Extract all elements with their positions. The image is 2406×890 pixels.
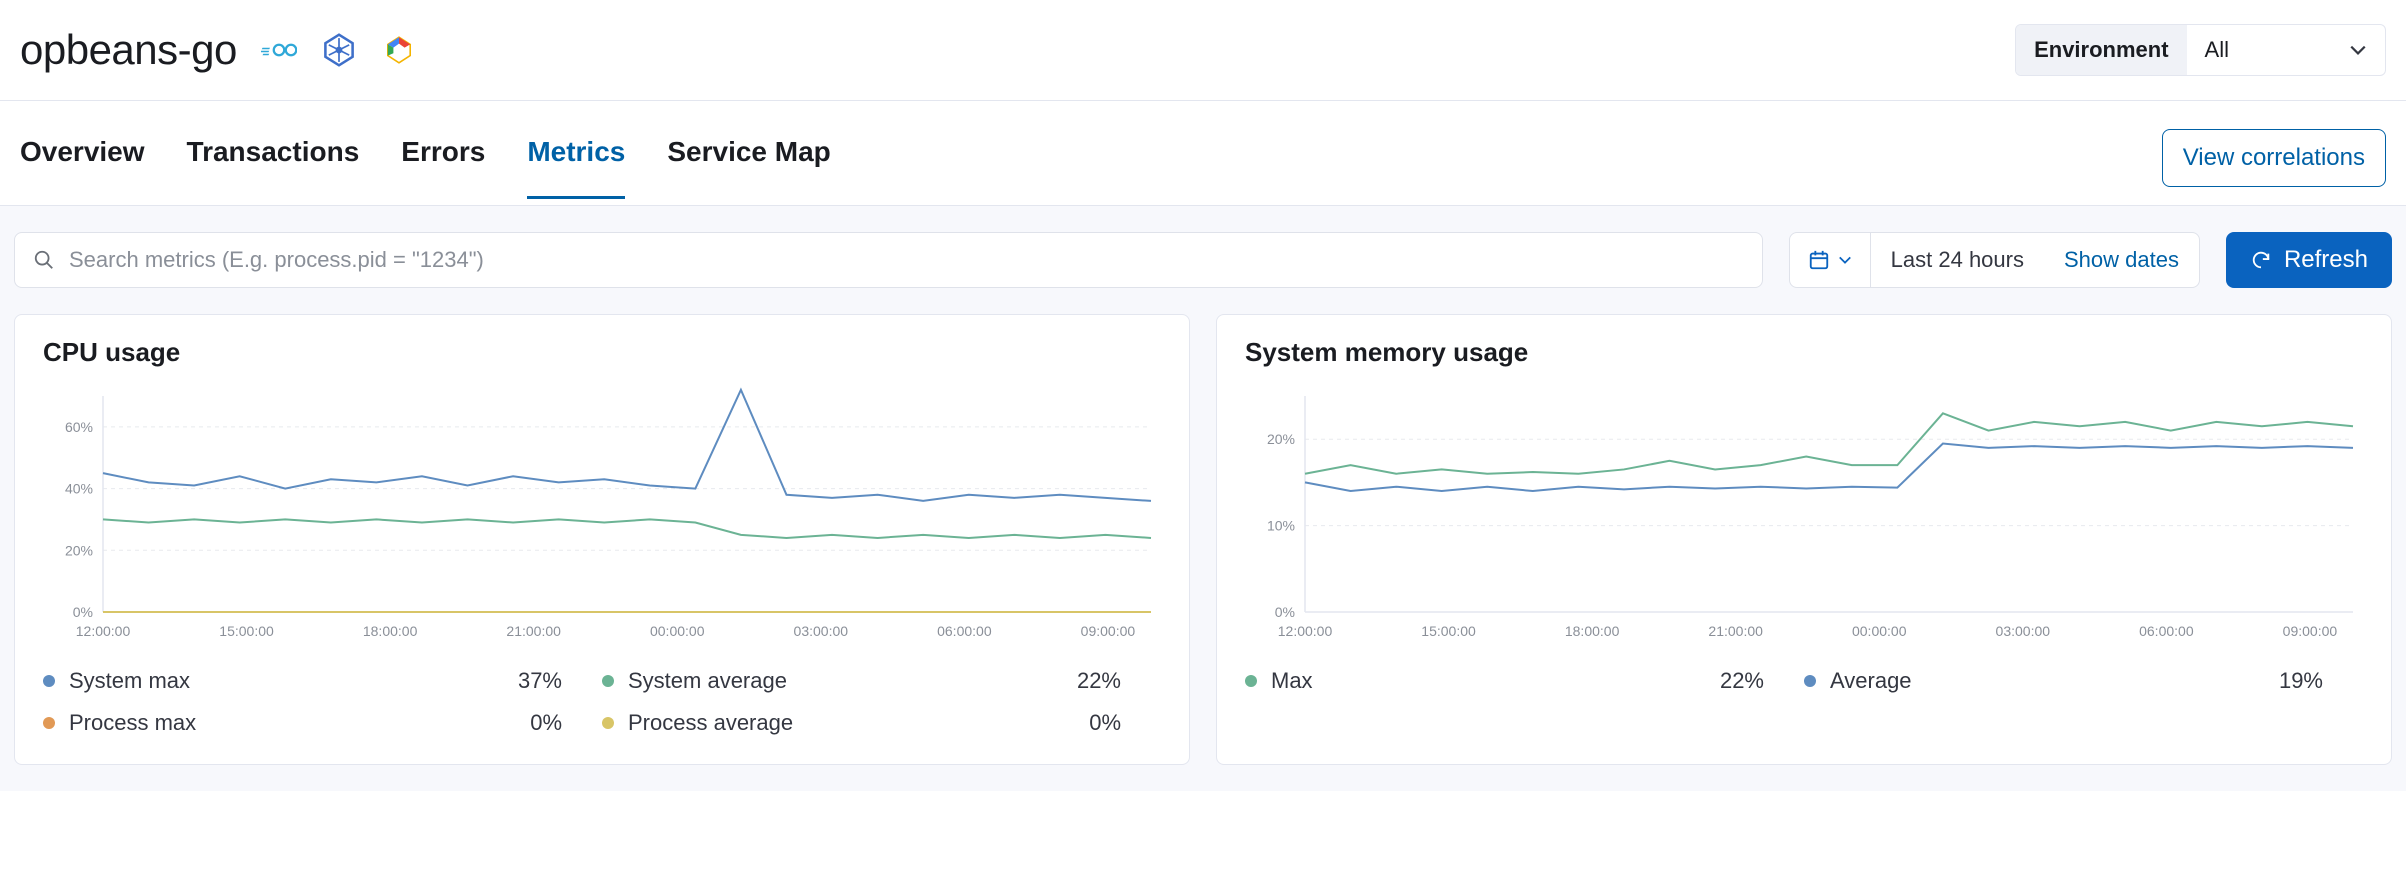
env-selected: All — [2205, 37, 2229, 63]
svg-text:0%: 0% — [1275, 604, 1295, 620]
toolbar: Last 24 hours Show dates Refresh — [0, 206, 2406, 314]
legend-name: Process average — [628, 710, 1089, 736]
refresh-label: Refresh — [2284, 246, 2368, 274]
svg-text:21:00:00: 21:00:00 — [1708, 623, 1763, 639]
tab-errors[interactable]: Errors — [401, 136, 485, 199]
svg-text:15:00:00: 15:00:00 — [1421, 623, 1476, 639]
svg-text:09:00:00: 09:00:00 — [1081, 623, 1136, 639]
time-range-group: Last 24 hours Show dates — [1789, 232, 2200, 288]
legend-dot-icon — [43, 717, 55, 729]
tab-service-map[interactable]: Service Map — [667, 136, 830, 199]
svg-text:10%: 10% — [1267, 518, 1295, 534]
svg-text:00:00:00: 00:00:00 — [650, 623, 705, 639]
date-picker-button[interactable] — [1790, 233, 1871, 287]
tab-transactions[interactable]: Transactions — [187, 136, 360, 199]
legend-value: 22% — [1077, 668, 1161, 694]
legend-item[interactable]: System max 37% — [43, 668, 602, 694]
legend-name: System average — [628, 668, 1077, 694]
header-left: opbeans-go — [20, 26, 417, 74]
legend-value: 37% — [518, 668, 602, 694]
legend-value: 22% — [1720, 668, 1804, 694]
service-title: opbeans-go — [20, 26, 237, 74]
svg-text:00:00:00: 00:00:00 — [1852, 623, 1907, 639]
page-header: opbeans-go Environment All — [0, 0, 2406, 101]
search-input[interactable] — [69, 247, 1744, 273]
cpu-usage-legend: System max 37% System average 22% Proces… — [43, 668, 1161, 736]
legend-name: System max — [69, 668, 518, 694]
chevron-down-icon — [1838, 253, 1852, 267]
legend-name: Average — [1830, 668, 2279, 694]
legend-value: 0% — [1089, 710, 1161, 736]
env-dropdown[interactable]: All — [2187, 25, 2385, 75]
svg-text:03:00:00: 03:00:00 — [1996, 623, 2051, 639]
legend-dot-icon — [1804, 675, 1816, 687]
svg-text:03:00:00: 03:00:00 — [794, 623, 849, 639]
svg-text:09:00:00: 09:00:00 — [2283, 623, 2338, 639]
legend-value: 0% — [530, 710, 602, 736]
gcp-icon — [381, 32, 417, 68]
memory-usage-panel: System memory usage 0% 10% 20% 12:00:00 15:0… — [1216, 314, 2392, 765]
tab-overview[interactable]: Overview — [20, 136, 145, 199]
refresh-button[interactable]: Refresh — [2226, 232, 2392, 288]
tabs-row: Overview Transactions Errors Metrics Ser… — [0, 101, 2406, 206]
svg-text:20%: 20% — [1267, 431, 1295, 447]
legend-item[interactable]: Process average 0% — [602, 710, 1161, 736]
svg-text:20%: 20% — [65, 542, 93, 558]
env-label: Environment — [2016, 25, 2186, 75]
go-logo-icon — [261, 32, 297, 68]
svg-text:40%: 40% — [65, 481, 93, 497]
panel-title: CPU usage — [43, 337, 1161, 368]
legend-item[interactable]: Max 22% — [1245, 668, 1804, 694]
svg-text:0%: 0% — [73, 604, 93, 620]
legend-dot-icon — [1245, 675, 1257, 687]
panel-title: System memory usage — [1245, 337, 2363, 368]
calendar-icon — [1808, 249, 1830, 271]
refresh-icon — [2250, 249, 2272, 271]
legend-item[interactable]: Average 19% — [1804, 668, 2363, 694]
show-dates-link[interactable]: Show dates — [2044, 233, 2199, 287]
legend-dot-icon — [43, 675, 55, 687]
svg-text:60%: 60% — [65, 419, 93, 435]
svg-text:18:00:00: 18:00:00 — [363, 623, 418, 639]
legend-dot-icon — [602, 675, 614, 687]
legend-name: Process max — [69, 710, 530, 736]
legend-name: Max — [1271, 668, 1720, 694]
legend-item[interactable]: System average 22% — [602, 668, 1161, 694]
legend-dot-icon — [602, 717, 614, 729]
chart-panels: CPU usage 0% 20% 40% 60% 12:00:00 15:00:00 18:… — [0, 314, 2406, 791]
svg-text:12:00:00: 12:00:00 — [76, 623, 131, 639]
tab-metrics[interactable]: Metrics — [527, 136, 625, 199]
search-box[interactable] — [14, 232, 1763, 288]
cpu-usage-panel: CPU usage 0% 20% 40% 60% 12:00:00 15:00:00 18:… — [14, 314, 1190, 765]
svg-text:21:00:00: 21:00:00 — [506, 623, 561, 639]
cpu-usage-chart: 0% 20% 40% 60% 12:00:00 15:00:00 18:00:00 21:00… — [43, 386, 1161, 646]
tabs: Overview Transactions Errors Metrics Ser… — [20, 136, 831, 199]
memory-usage-chart: 0% 10% 20% 12:00:00 15:00:00 18:00:00 21:00:00… — [1245, 386, 2363, 646]
legend-value: 19% — [2279, 668, 2363, 694]
svg-text:18:00:00: 18:00:00 — [1565, 623, 1620, 639]
svg-text:06:00:00: 06:00:00 — [937, 623, 992, 639]
environment-selector: Environment All — [2015, 24, 2386, 76]
chevron-down-icon — [2349, 41, 2367, 59]
search-icon — [33, 249, 55, 271]
memory-usage-legend: Max 22% Average 19% — [1245, 668, 2363, 694]
view-correlations-button[interactable]: View correlations — [2162, 129, 2386, 187]
time-range-label[interactable]: Last 24 hours — [1871, 233, 2044, 287]
legend-item[interactable]: Process max 0% — [43, 710, 602, 736]
header-icons — [261, 32, 417, 68]
svg-text:15:00:00: 15:00:00 — [219, 623, 274, 639]
svg-text:06:00:00: 06:00:00 — [2139, 623, 2194, 639]
kubernetes-icon — [321, 32, 357, 68]
svg-text:12:00:00: 12:00:00 — [1278, 623, 1333, 639]
